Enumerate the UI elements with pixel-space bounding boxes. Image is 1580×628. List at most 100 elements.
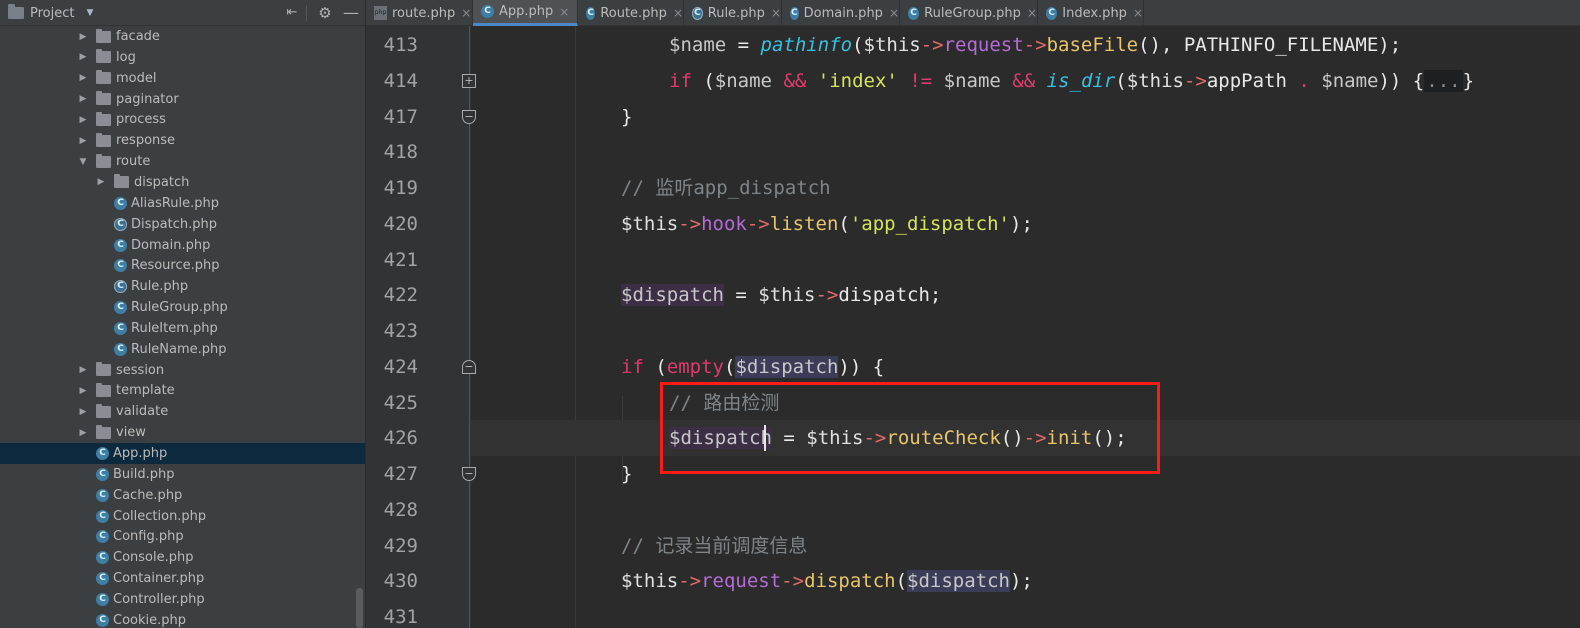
tree-file[interactable]: C Collection.php xyxy=(0,506,365,527)
tab-index-php[interactable]: C Index.php × xyxy=(1038,0,1144,26)
abstract-class-icon: C xyxy=(114,280,127,294)
tree-file[interactable]: C Dispatch.php xyxy=(0,214,365,235)
code-token: )) { xyxy=(1378,69,1425,92)
tab-route-php[interactable]: C Route.php × xyxy=(578,0,684,26)
tree-file[interactable]: C RuleItem.php xyxy=(0,318,365,339)
code-line[interactable]: if ($name && 'index' != $name && is_dir(… xyxy=(366,63,1580,99)
chevron-right-icon[interactable]: ▶ xyxy=(78,386,88,396)
tree-file[interactable]: C AliasRule.php xyxy=(0,193,365,214)
chevron-right-icon[interactable]: ▶ xyxy=(96,177,106,187)
tree-file[interactable]: C Container.php xyxy=(0,568,365,589)
close-icon[interactable]: × xyxy=(889,6,899,20)
collapse-fold-icon[interactable]: − xyxy=(462,467,476,481)
close-icon[interactable]: × xyxy=(673,6,683,20)
close-icon[interactable]: × xyxy=(559,5,569,19)
tree-item-label: RuleName.php xyxy=(131,341,227,357)
code-line[interactable]: $this->request->dispatch($dispatch); xyxy=(366,563,1580,599)
close-icon[interactable]: × xyxy=(771,6,781,20)
collapse-fold-icon[interactable]: − xyxy=(462,109,476,124)
tab-domain-php[interactable]: C Domain.php × xyxy=(782,0,900,26)
tree-item-label: facade xyxy=(116,29,160,44)
tree-file[interactable]: C RuleName.php xyxy=(0,339,365,360)
code-line[interactable]: $name = pathinfo($this->request->baseFil… xyxy=(366,27,1580,63)
code-line[interactable]: // 记录当前调度信息 xyxy=(366,528,1580,564)
sidebar-scrollbar[interactable] xyxy=(356,588,363,628)
tree-file[interactable]: C Domain.php xyxy=(0,235,365,256)
tree-folder[interactable]: ▶ log xyxy=(0,47,365,68)
project-view-selector[interactable]: Project ▼ xyxy=(8,4,93,22)
chevron-right-icon[interactable]: ▶ xyxy=(78,73,88,83)
close-icon[interactable]: × xyxy=(1027,6,1037,20)
tree-file[interactable]: C Console.php xyxy=(0,547,365,568)
tree-file[interactable]: C Resource.php xyxy=(0,255,365,276)
code-token: $this xyxy=(758,284,816,307)
code-token: if xyxy=(669,69,692,92)
chevron-right-icon[interactable]: ▶ xyxy=(78,407,88,417)
close-icon[interactable]: × xyxy=(461,6,471,20)
code-token: $this xyxy=(863,34,921,56)
tree-folder[interactable]: ▶ dispatch xyxy=(0,172,365,193)
tree-file[interactable]: C App.php xyxy=(0,443,365,464)
tree-file[interactable]: C Cookie.php xyxy=(0,610,365,628)
close-icon[interactable]: × xyxy=(1133,6,1143,20)
tab-route-php[interactable]: php route.php × xyxy=(366,0,473,26)
code-token: $this xyxy=(621,570,679,593)
folder-icon xyxy=(96,403,111,418)
collapse-fold-icon[interactable]: − xyxy=(462,359,476,374)
tree-file[interactable]: C RuleGroup.php xyxy=(0,297,365,318)
tree-folder[interactable]: ▶ validate xyxy=(0,401,365,422)
tab-rulegroup-php[interactable]: C RuleGroup.php × xyxy=(900,0,1038,26)
tree-folder[interactable]: ▶ facade xyxy=(0,26,365,47)
minimize-icon[interactable]: — xyxy=(341,3,361,23)
tree-file[interactable]: C Cache.php xyxy=(0,485,365,506)
code-line[interactable]: } xyxy=(366,99,1580,135)
chevron-right-icon[interactable]: ▶ xyxy=(78,115,88,125)
chevron-right-icon[interactable]: ▶ xyxy=(78,428,88,438)
tree-item-label: paginator xyxy=(116,91,179,107)
code-token: -> xyxy=(1183,69,1207,92)
collapse-all-icon[interactable]: ⇤ xyxy=(282,3,302,23)
code-line[interactable]: $this->hook->listen('app_dispatch'); xyxy=(366,206,1580,242)
tab-rule-php[interactable]: C Rule.php × xyxy=(684,0,782,26)
tab-label: Index.php xyxy=(1062,5,1127,21)
tree-file[interactable]: C Build.php xyxy=(0,464,365,485)
tree-folder[interactable]: ▶ response xyxy=(0,130,365,151)
tree-folder[interactable]: ▶ model xyxy=(0,68,365,89)
tree-folder[interactable]: ▶ template xyxy=(0,380,365,401)
expand-fold-icon[interactable]: + xyxy=(462,73,476,88)
tree-folder[interactable]: ▼ route xyxy=(0,151,365,172)
line-number: 421 xyxy=(383,248,418,271)
code-editor[interactable]: 413 414 417 418 419 420 421 422 423 424 425 426 427 4… xyxy=(366,26,1580,628)
chevron-right-icon[interactable]: ▶ xyxy=(78,52,88,62)
code-line[interactable]: $dispatch = $this->dispatch; xyxy=(366,277,1580,313)
code-line[interactable]: if (empty($dispatch)) { xyxy=(366,349,1580,385)
tree-folder[interactable]: ▶ view xyxy=(0,422,365,443)
tree-file[interactable]: C Rule.php xyxy=(0,276,365,297)
tree-folder[interactable]: ▶ session xyxy=(0,360,365,381)
folder-icon xyxy=(96,91,111,106)
tab-app-php[interactable]: C App.php × xyxy=(473,0,578,26)
code-token: $name xyxy=(669,34,727,56)
class-icon: C xyxy=(96,488,109,502)
tree-file[interactable]: C Config.php xyxy=(0,526,365,547)
tree-folder[interactable]: ▶ process xyxy=(0,109,365,130)
folder-icon xyxy=(96,111,111,126)
code-token: $this xyxy=(621,212,679,235)
tree-file[interactable]: C Controller.php xyxy=(0,589,365,610)
chevron-down-icon[interactable]: ▼ xyxy=(78,157,88,167)
folder-icon xyxy=(96,362,111,377)
code-token: $this xyxy=(1126,69,1184,92)
tab-label: RuleGroup.php xyxy=(924,5,1021,21)
tree-item-label: App.php xyxy=(113,446,168,461)
chevron-right-icon[interactable]: ▶ xyxy=(78,94,88,104)
chevron-right-icon[interactable]: ▶ xyxy=(78,365,88,375)
code-line[interactable]: // 监听app_dispatch xyxy=(366,170,1580,206)
gear-icon[interactable]: ⚙ xyxy=(315,3,335,23)
chevron-right-icon[interactable]: ▶ xyxy=(78,136,88,146)
chevron-right-icon[interactable]: ▶ xyxy=(78,32,88,42)
tree-folder[interactable]: ▶ paginator xyxy=(0,89,365,110)
code-token: ; xyxy=(929,284,942,307)
code-token: appPath xyxy=(1206,69,1287,92)
class-icon: C xyxy=(96,509,109,523)
